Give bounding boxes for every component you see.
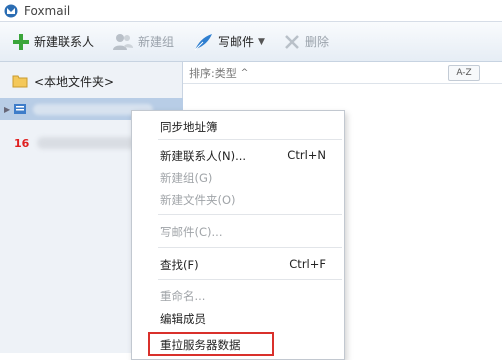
new-contact-label: 新建联系人 — [34, 35, 95, 49]
expand-arrow-icon[interactable]: ▶ — [4, 105, 10, 114]
window-title: Foxmail — [24, 3, 71, 18]
title-bar: Foxmail — [0, 0, 502, 22]
write-mail-button[interactable]: 写邮件 ▼ — [186, 28, 271, 56]
menu-item-sync-address-book[interactable]: 同步地址簿 — [132, 116, 344, 136]
menu-item-new-folder: 新建文件夹(O) — [160, 193, 236, 207]
new-contact-button[interactable]: 新建联系人 — [6, 28, 100, 56]
feather-pen-icon — [194, 33, 213, 50]
write-mail-label: 写邮件 — [218, 35, 255, 49]
sort-bar: 排序:类型 ^ A-Z — [183, 62, 502, 84]
address-book-icon — [14, 104, 27, 114]
menu-item-write-mail: 写邮件(C)... — [160, 225, 223, 239]
context-menu: 同步地址簿 新建联系人(N)... Ctrl+N 新建组(G) 新建文件夹(O)… — [131, 110, 345, 360]
delete-icon — [285, 34, 299, 49]
caret-up-icon[interactable]: ^ — [241, 68, 249, 78]
menu-item-new-contact[interactable]: 新建联系人(N)... Ctrl+N — [132, 145, 344, 165]
new-group-label: 新建组 — [138, 35, 175, 49]
menu-item-rename: 重命名... — [160, 289, 206, 303]
group-icon — [113, 33, 134, 50]
menu-item-find[interactable]: 查找(F) Ctrl+F — [132, 254, 344, 274]
foxmail-logo-icon — [4, 4, 18, 17]
menu-separator — [158, 214, 342, 215]
chevron-down-icon[interactable]: ▼ — [258, 37, 265, 47]
account-name-redacted — [37, 137, 138, 149]
folder-icon — [12, 75, 28, 88]
menu-separator — [158, 247, 342, 248]
menu-item-new-group: 新建组(G) — [160, 171, 213, 185]
delete-label: 删除 — [304, 35, 329, 49]
account-badge: 16 — [14, 136, 30, 150]
az-sort-button[interactable]: A-Z — [448, 65, 480, 81]
menu-separator — [158, 139, 342, 140]
delete-button[interactable]: 删除 — [277, 28, 335, 56]
sort-by-type[interactable]: 排序:类型 — [189, 65, 237, 81]
menu-item-edit-members[interactable]: 编辑成员 — [132, 308, 344, 328]
local-folder-label: <本地文件夹> — [34, 74, 115, 89]
new-group-button[interactable]: 新建组 — [106, 28, 180, 56]
local-folder-item[interactable]: <本地文件夹> — [0, 68, 183, 94]
toolbar: 新建联系人 新建组 写邮件 ▼ 删除 — [0, 22, 502, 62]
menu-separator — [158, 279, 342, 280]
highlight-annotation-box — [148, 332, 274, 356]
plus-icon — [13, 33, 29, 50]
